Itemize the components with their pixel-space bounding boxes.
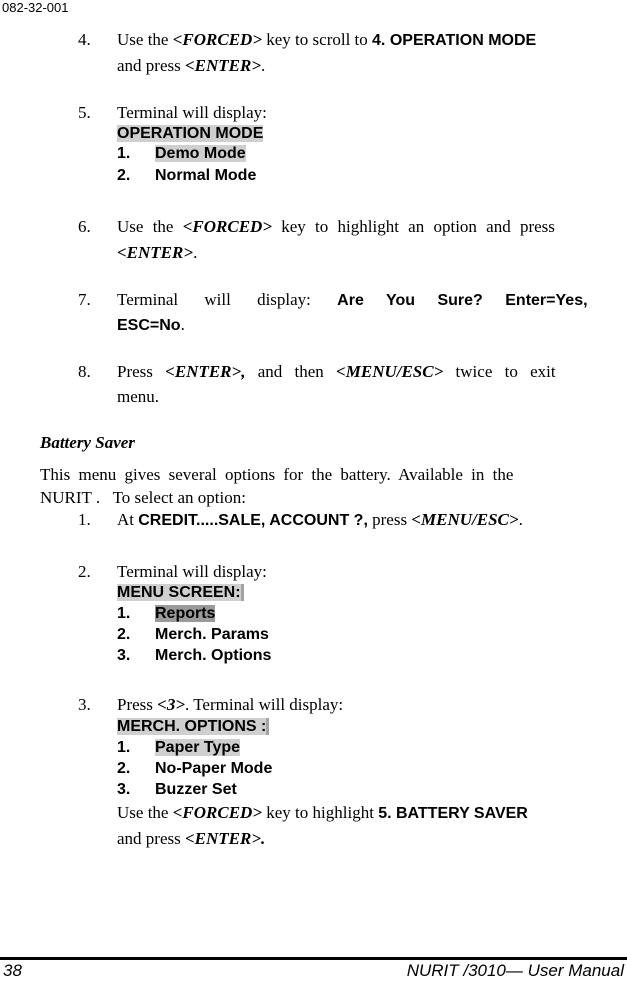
screen-item: 1. Demo Mode: [117, 144, 263, 164]
step-7-line2: ESC=No.: [117, 315, 185, 335]
item-label: Reports: [155, 605, 216, 622]
screen-item: 3. Merch. Options: [117, 645, 271, 666]
text: Use the: [117, 217, 183, 236]
item-number: 3.: [117, 647, 131, 664]
text: Press: [117, 695, 158, 714]
battery-step-3-line1: Press <3>. Terminal will display:: [117, 695, 343, 715]
terminal-screen-merch-options: MERCH. OPTIONS : 1. Paper Type 2. No-Paper…: [117, 716, 272, 800]
text: .: [180, 315, 185, 334]
step-number: 3.: [78, 695, 91, 714]
item-number: 1.: [117, 145, 131, 162]
item-label: No-Paper Mode: [155, 760, 273, 777]
text: Use the: [117, 30, 173, 49]
step-6-line2: <ENTER>.: [117, 243, 197, 263]
item-number: 2.: [117, 760, 131, 777]
terminal-screen-menu: MENU SCREEN: 1. Reports 2. Merch. Params 3…: [117, 582, 271, 666]
page-number: 38: [3, 961, 22, 980]
section-intro-line1: This menu gives several options for the …: [40, 465, 514, 484]
text: Terminal will display:: [117, 290, 338, 309]
enter-key: <ENTER>.: [184, 829, 266, 848]
terminal-screen-operation-mode: OPERATION MODE 1. Demo Mode 2. Normal Mode: [117, 124, 264, 186]
step-7-line1: Terminal will display: Are You Sure? Ent…: [117, 290, 588, 310]
text: and then: [245, 362, 337, 381]
screen-item: 2. Merch. Params: [117, 624, 271, 645]
forced-key: <FORCED>: [172, 30, 263, 49]
screen-item: 1. Reports: [117, 603, 271, 624]
step-number: 7.: [78, 290, 91, 309]
key-3: <3>: [157, 695, 186, 714]
document-id: 082-32-001: [2, 0, 69, 15]
item-label: Merch. Options: [155, 647, 272, 664]
step-8-line1: Press <ENTER>, and then <MENU/ESC> twice…: [117, 362, 556, 382]
forced-key: <FORCED>: [172, 803, 263, 822]
item-number: 1.: [117, 605, 131, 622]
section-intro-line2: NURIT . To select an option:: [40, 488, 246, 507]
text: .: [193, 243, 198, 262]
confirm-prompt-cont: ESC=No: [117, 317, 181, 334]
forced-key: <FORCED>: [182, 217, 273, 236]
text: twice to exit: [443, 362, 556, 381]
step-number: 5.: [78, 103, 91, 122]
item-label: Demo Mode: [155, 145, 246, 162]
enter-key: <ENTER>,: [165, 362, 246, 381]
step-8-line2: menu.: [117, 387, 160, 406]
enter-key: <ENTER>: [184, 56, 262, 75]
text: At: [117, 510, 139, 529]
text: .: [518, 510, 523, 529]
item-label: Buzzer Set: [155, 781, 237, 798]
menu-option: 5. BATTERY SAVER: [378, 805, 528, 822]
step-number: 2.: [78, 562, 91, 581]
enter-key: <ENTER>: [117, 243, 194, 262]
menu-esc-key: <MENU/ESC>: [411, 510, 519, 529]
battery-step-3-after-line2: and press <ENTER>.: [117, 829, 265, 849]
item-number: 3.: [117, 781, 131, 798]
text: press: [367, 510, 412, 529]
item-number: 1.: [117, 739, 131, 756]
step-4-line2: and press <ENTER>.: [117, 56, 265, 76]
step-number: 1.: [78, 510, 91, 529]
section-heading: Battery Saver: [40, 433, 135, 452]
text: key to highlight: [262, 803, 379, 822]
text: Press: [117, 362, 166, 381]
step-number: 6.: [78, 217, 91, 236]
screen-item: 2. Normal Mode: [117, 166, 263, 186]
screen-item: 1. Paper Type: [117, 737, 272, 758]
screen-item: 3. Buzzer Set: [117, 779, 272, 800]
confirm-prompt: Are You Sure? Enter=Yes,: [337, 292, 588, 309]
item-label: Merch. Params: [155, 626, 269, 643]
text: key to scroll to: [262, 30, 373, 49]
screen-title: OPERATION MODE: [117, 125, 264, 142]
text: key to highlight an option and press: [272, 217, 555, 236]
footer-divider: [0, 957, 627, 960]
battery-step-2-text: Terminal will display:: [117, 562, 267, 581]
menu-esc-key: <MENU/ESC>: [336, 362, 444, 381]
manual-title: NURIT /3010— User Manual: [406, 961, 624, 980]
text: and press: [117, 829, 185, 848]
item-number: 2.: [117, 626, 131, 643]
step-number: 8.: [78, 362, 91, 381]
text: and press: [117, 56, 185, 75]
menu-option: 4. OPERATION MODE: [372, 32, 537, 49]
terminal-prompt: CREDIT.....SALE, ACCOUNT ?,: [138, 512, 368, 529]
step-number: 4.: [78, 30, 91, 49]
text: . Terminal will display:: [185, 695, 344, 714]
text: .: [261, 56, 266, 75]
item-label: Normal Mode: [155, 167, 257, 184]
step-4-line1: Use the <FORCED> key to scroll to 4. OPE…: [117, 30, 536, 50]
battery-step-1: At CREDIT.....SALE, ACCOUNT ?, press <ME…: [117, 510, 523, 530]
step-6-line1: Use the <FORCED> key to highlight an opt…: [117, 217, 625, 237]
screen-title: MERCH. OPTIONS: [117, 718, 262, 735]
item-number: 2.: [117, 167, 131, 184]
battery-step-3-after-line1: Use the <FORCED> key to highlight 5. BAT…: [117, 803, 528, 823]
text: Use the: [117, 803, 173, 822]
screen-title: MENU SCREEN: [117, 584, 236, 601]
screen-title-colon: :: [235, 584, 244, 601]
item-label: Paper Type: [155, 739, 241, 756]
screen-item: 2. No-Paper Mode: [117, 758, 272, 779]
screen-title-colon: :: [261, 718, 270, 735]
step-5-text: Terminal will display:: [117, 103, 267, 122]
